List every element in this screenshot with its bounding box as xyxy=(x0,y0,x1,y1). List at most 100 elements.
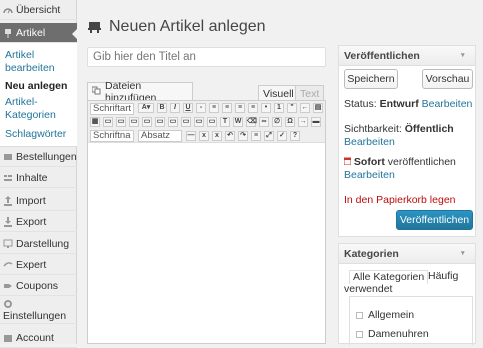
save-draft-button[interactable]: Speichern xyxy=(344,69,398,89)
unlink-button[interactable]: ∅ xyxy=(272,117,282,127)
status-edit-link[interactable]: Bearbeiten xyxy=(422,98,473,110)
submenu-schlagwoerter[interactable]: Schlagwörter xyxy=(5,128,66,141)
font-size-select[interactable]: Schriftna xyxy=(90,130,134,142)
menu-label: Übersicht xyxy=(16,3,61,16)
tab-visual[interactable]: Visuell xyxy=(258,85,299,100)
table-cell-button[interactable]: ▭ xyxy=(129,117,139,127)
submenu-artikel-bearbeiten[interactable]: Artikel bearbeiten xyxy=(5,49,75,75)
menu-item-coupons[interactable]: Coupons xyxy=(0,276,77,296)
publish-box-header[interactable]: Veröffentlichen ▾ xyxy=(339,46,475,66)
admin-sidebar: Übersicht Artikel Artikel bearbeiten Neu… xyxy=(0,0,78,348)
categories-box-header[interactable]: Kategorien ▾ xyxy=(339,244,475,264)
italic-button[interactable]: I xyxy=(170,103,180,113)
collapse-icon[interactable]: ▾ xyxy=(461,51,469,59)
menu-item-expert[interactable]: Expert xyxy=(0,255,77,275)
numbered-list-button[interactable]: 1 xyxy=(274,103,284,113)
tab-text[interactable]: Text xyxy=(295,85,325,100)
menu-item-export[interactable]: Export xyxy=(0,212,77,232)
strikethrough-button[interactable]: - xyxy=(196,103,206,113)
menu-label: Coupons xyxy=(16,279,59,292)
menu-item-uebersicht[interactable]: Übersicht xyxy=(0,0,77,20)
paste-word-button[interactable]: W xyxy=(233,117,243,127)
undo-button[interactable]: ↶ xyxy=(225,131,235,141)
trash-link[interactable]: In den Papierkorb legen xyxy=(344,194,456,207)
spellcheck-button[interactable]: ✓ xyxy=(277,131,287,141)
subscript-button[interactable]: x xyxy=(199,131,209,141)
menu-label: Bestellungen xyxy=(16,150,77,163)
categories-heading: Kategorien xyxy=(344,247,399,260)
insert-more-button[interactable]: ▬ xyxy=(311,117,321,127)
indent-button[interactable]: → xyxy=(298,117,308,127)
redo-button[interactable]: ↷ xyxy=(238,131,248,141)
pin-icon xyxy=(3,28,13,38)
add-media-button[interactable]: Dateien hinzufügen xyxy=(87,80,193,104)
help-button[interactable]: ? xyxy=(290,131,300,141)
visibility-line: Sichtbarkeit: Öffentlich Bearbeiten xyxy=(344,123,474,149)
row-before-button[interactable]: ▭ xyxy=(142,117,152,127)
table-col-button[interactable]: ▭ xyxy=(116,117,126,127)
content-editor[interactable]: Schriftart A▾ B I U - ≡ ≡ ≡ ≡ • 1 " ← ▤ … xyxy=(87,100,326,344)
col-after-button[interactable]: ▭ xyxy=(194,117,204,127)
submenu-artikel-kategorien[interactable]: Artikel-Kategorien xyxy=(5,96,65,122)
menu-item-import[interactable]: Import xyxy=(0,191,77,211)
align-center-button[interactable]: ≡ xyxy=(222,103,232,113)
preview-button[interactable]: Vorschau xyxy=(422,69,473,89)
text-color-button[interactable]: A▾ xyxy=(138,103,154,113)
table-row-button[interactable]: ▭ xyxy=(103,117,113,127)
link-button[interactable]: ∞ xyxy=(259,117,269,127)
delete-row-button[interactable]: ▭ xyxy=(168,117,178,127)
publish-button[interactable]: Veröffentlichen xyxy=(396,210,473,230)
align-left-button[interactable]: ≡ xyxy=(209,103,219,113)
title-input[interactable] xyxy=(87,47,326,67)
category-label: Damenuhren xyxy=(368,328,429,340)
underline-button[interactable]: U xyxy=(183,103,193,113)
row-after-button[interactable]: ▭ xyxy=(155,117,165,127)
menu-label: Import xyxy=(16,194,46,207)
superscript-button[interactable]: x xyxy=(212,131,222,141)
remove-format-button[interactable]: ⌫ xyxy=(246,117,257,127)
toggle-toolbar-button[interactable]: ▤ xyxy=(313,103,323,113)
delete-col-button[interactable]: ▭ xyxy=(207,117,217,127)
artikel-submenu: Artikel bearbeiten Neu anlegen Artikel-K… xyxy=(0,43,77,147)
menu-item-account[interactable]: Account xyxy=(0,328,77,348)
bullet-list-button[interactable]: • xyxy=(261,103,271,113)
toolbar-row-1: Schriftart A▾ B I U - ≡ ≡ ≡ ≡ • 1 " ← ▤ xyxy=(88,102,325,116)
post-icon xyxy=(88,22,101,33)
font-family-select[interactable]: Schriftart xyxy=(90,103,134,115)
schedule-edit-link[interactable]: Bearbeiten xyxy=(344,169,395,181)
align-button[interactable]: ≡ xyxy=(251,131,261,141)
menu-item-darstellung[interactable]: Darstellung xyxy=(0,234,77,254)
hr-button[interactable]: — xyxy=(186,131,196,141)
table-button[interactable]: ▦ xyxy=(90,117,100,127)
status-label: Status: xyxy=(344,98,377,110)
fullscreen-button[interactable]: ⤢ xyxy=(264,131,274,141)
align-right-button[interactable]: ≡ xyxy=(235,103,245,113)
submenu-neu-anlegen[interactable]: Neu anlegen xyxy=(5,80,67,93)
menu-label: Einstellungen xyxy=(3,310,67,322)
menu-item-einstellungen[interactable]: Einstellungen xyxy=(0,298,77,324)
menu-item-bestellungen[interactable]: Bestellungen xyxy=(0,147,77,167)
menu-label: Account xyxy=(16,331,54,344)
menu-label: Export xyxy=(16,215,47,228)
settings-icon xyxy=(3,299,74,309)
blockquote-button[interactable]: " xyxy=(287,103,297,113)
special-char-button[interactable]: Ω xyxy=(285,117,295,127)
outdent-button[interactable]: ← xyxy=(300,103,310,113)
bold-button[interactable]: B xyxy=(157,103,167,113)
category-checkbox-allgemein[interactable] xyxy=(356,312,363,319)
category-list: Allgemein Damenuhren xyxy=(349,296,473,345)
schedule-value: Sofort xyxy=(353,156,385,168)
account-icon xyxy=(3,333,13,343)
visibility-edit-link[interactable]: Bearbeiten xyxy=(344,136,395,148)
menu-item-inhalte[interactable]: Inhalte xyxy=(0,168,77,188)
menu-label: Inhalte xyxy=(16,171,48,184)
category-checkbox-damenuhren[interactable] xyxy=(356,331,363,338)
justify-button[interactable]: ≡ xyxy=(248,103,258,113)
menu-item-artikel[interactable]: Artikel xyxy=(0,23,78,43)
collapse-icon[interactable]: ▾ xyxy=(461,249,469,257)
tab-most-used[interactable]: Häufig verwendet xyxy=(344,270,472,296)
paste-text-button[interactable]: T xyxy=(220,117,230,127)
toolbar-row-2: ▦ ▭ ▭ ▭ ▭ ▭ ▭ ▭ ▭ ▭ T W ⌫ ∞ ∅ Ω → ▬ xyxy=(88,116,325,130)
col-before-button[interactable]: ▭ xyxy=(181,117,191,127)
paragraph-format-select[interactable]: Absatz xyxy=(138,130,182,142)
